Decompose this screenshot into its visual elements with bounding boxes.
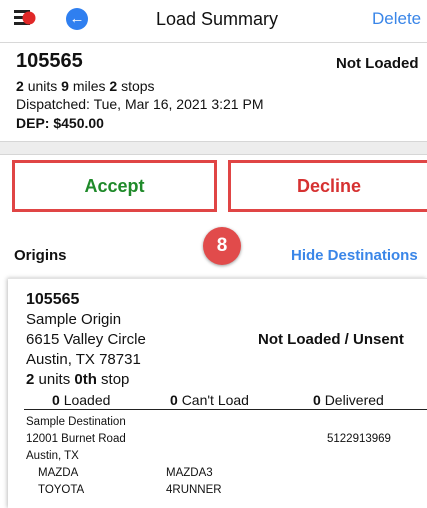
loaded-value: 0 <box>52 392 60 408</box>
origin-units: 2 units 0th stop <box>26 371 129 388</box>
miles-label: miles <box>72 78 106 94</box>
cant-load-label: Can't Load <box>181 392 249 408</box>
vehicle-model: MAZDA3 <box>166 467 213 479</box>
origins-heading: Origins <box>14 247 67 264</box>
origin-name: Sample Origin <box>26 311 122 328</box>
origin-stop-label: stop <box>101 371 130 388</box>
stops-label: stops <box>121 78 155 94</box>
origin-status: Not Loaded / Unsent <box>258 331 404 348</box>
destination-name: Sample Destination <box>26 416 126 428</box>
cant-load-count: 0 Can't Load <box>170 392 249 408</box>
delete-button[interactable]: Delete <box>372 9 421 29</box>
counts-divider <box>24 409 427 410</box>
destination-address: 12001 Burnet Road <box>26 433 126 445</box>
page-title: Load Summary <box>156 9 279 29</box>
vehicle-make: MAZDA <box>38 467 79 479</box>
origin-load-number: 105565 <box>26 291 80 308</box>
units-label: units <box>27 78 58 94</box>
origin-stop-number: 0th <box>74 371 97 388</box>
destination-city: Austin, TX <box>26 450 79 462</box>
origin-address: 6615 Valley Circle <box>26 331 146 348</box>
delivered-count: 0 Delivered <box>313 392 384 408</box>
delivered-label: Delivered <box>324 392 384 408</box>
stops-count: 2 <box>109 78 118 94</box>
dep-amount: DEP: $450.00 <box>16 115 104 131</box>
decline-button[interactable]: Decline <box>228 160 427 212</box>
section-divider <box>0 141 427 155</box>
app-logo-icon[interactable] <box>14 10 36 26</box>
dispatched-date: Dispatched: Tue, Mar 16, 2021 3:21 PM <box>16 96 264 112</box>
vehicle-model: 4RUNNER <box>166 484 222 496</box>
units-count: 2 <box>16 78 24 94</box>
origin-units-label: units <box>38 371 71 388</box>
delivered-value: 0 <box>313 392 321 408</box>
loaded-count: 0 Loaded <box>52 392 110 408</box>
miles-count: 9 <box>61 78 69 94</box>
load-stats: 2 units 9 miles 2 stops <box>16 78 155 94</box>
divider <box>0 42 427 43</box>
hide-destinations-link[interactable]: Hide Destinations <box>291 247 418 264</box>
loaded-label: Loaded <box>63 392 111 408</box>
load-status: Not Loaded <box>336 55 419 72</box>
load-number: 105565 <box>16 50 83 72</box>
vehicle-make: TOYOTA <box>38 484 85 496</box>
destination-phone[interactable]: 5122913969 <box>327 433 391 445</box>
back-arrow-icon[interactable]: ← <box>66 8 88 30</box>
origin-city: Austin, TX 78731 <box>26 351 141 368</box>
accept-button[interactable]: Accept <box>12 160 217 212</box>
origin-units-count: 2 <box>26 371 35 388</box>
cant-load-value: 0 <box>170 392 178 408</box>
step-number-badge: 8 <box>203 227 241 265</box>
